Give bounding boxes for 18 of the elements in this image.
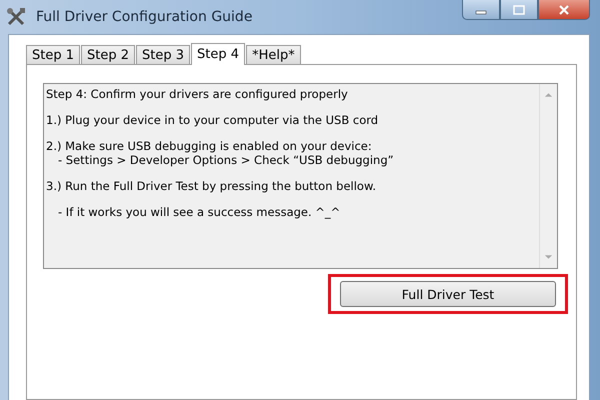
instruction-line: - If it works you will see a success message. ^_^: [57, 205, 342, 219]
tab[interactable]: *Help*: [246, 45, 301, 64]
tab[interactable]: Step 2: [81, 45, 136, 64]
instructions-text-area[interactable]: [43, 83, 558, 269]
minimize-button[interactable]: [462, 0, 500, 20]
tab[interactable]: Step 1: [26, 45, 80, 64]
close-button[interactable]: [538, 0, 590, 20]
tab[interactable]: Step 4: [191, 43, 246, 65]
instruction-line: - Settings > Developer Options > Check “USB debugging”: [57, 153, 395, 167]
instruction-line: Step 4: Confirm your drivers are configured properly: [46, 87, 349, 101]
instruction-line: 3.) Run the Full Driver Test by pressing the button bellow.: [46, 179, 377, 193]
window-title: Full Driver Configuration Guide: [36, 9, 252, 25]
full-driver-test-button[interactable]: Full Driver Test: [340, 281, 556, 307]
instruction-line: 2.) Make sure USB debugging is enabled on your device:: [46, 139, 373, 153]
tools-icon: [6, 7, 26, 27]
tab[interactable]: Step 3: [136, 45, 190, 64]
instruction-line: 1.) Plug your device in to your computer via the USB cord: [46, 113, 380, 127]
maximize-button[interactable]: [500, 0, 538, 20]
